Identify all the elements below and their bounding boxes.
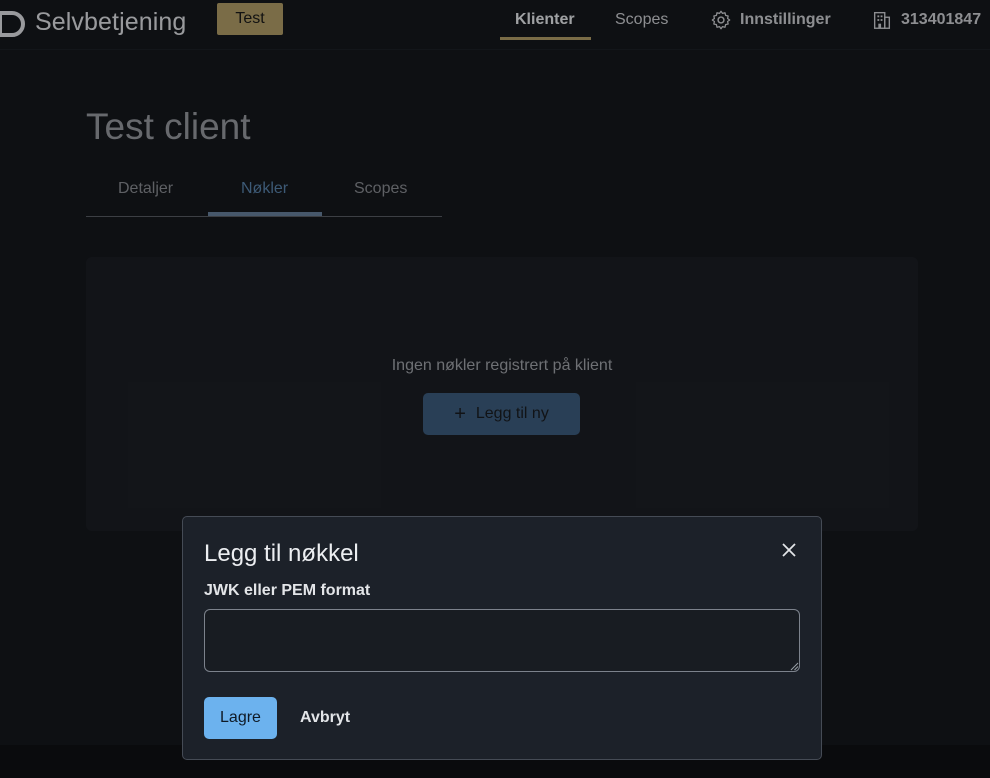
jwk-field-label: JWK eller PEM format: [204, 582, 371, 599]
page: Selvbetjening Test Klienter Scopes Innst…: [0, 0, 990, 778]
dialog-title: Legg til nøkkel: [204, 540, 359, 567]
resize-handle-icon[interactable]: [789, 661, 799, 671]
add-key-dialog: Legg til nøkkel JWK eller PEM format Lag…: [182, 516, 822, 760]
jwk-pem-input[interactable]: [204, 609, 800, 672]
cancel-button[interactable]: Avbryt: [300, 697, 350, 739]
close-icon[interactable]: [780, 541, 798, 559]
save-button[interactable]: Lagre: [204, 697, 277, 739]
